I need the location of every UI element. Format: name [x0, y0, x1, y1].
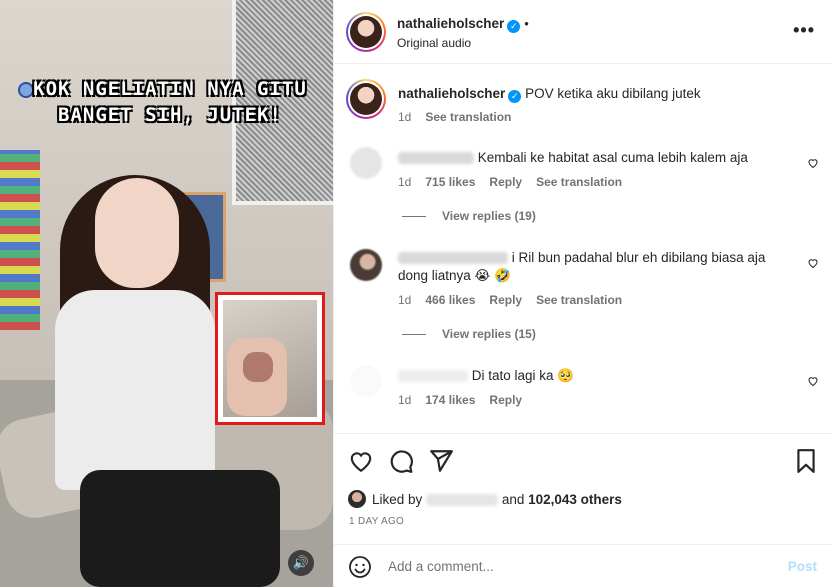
speaker-icon[interactable]: 🔊 [288, 550, 314, 576]
like-heart-icon[interactable] [807, 157, 819, 169]
more-horizontal-icon[interactable]: ••• [793, 20, 815, 41]
reply-button[interactable]: Reply [489, 175, 522, 189]
person-pants [80, 470, 280, 587]
comment-icon[interactable] [388, 448, 414, 474]
share-icon[interactable] [428, 448, 454, 474]
blurred-username [398, 370, 468, 383]
liked-by-row[interactable]: Liked by and 102,043 others [348, 490, 622, 508]
like-heart-icon[interactable] [807, 257, 819, 269]
view-replies-button[interactable]: View replies (15) [402, 327, 536, 341]
likes-count[interactable]: 174 likes [425, 393, 475, 407]
post-side-panel: nathalieholscher ✓ • Original audio ••• na… [333, 0, 832, 587]
comment-time[interactable]: 1d [398, 393, 411, 407]
audio-link[interactable]: Original audio [397, 36, 471, 50]
others-count[interactable]: 102,043 others [528, 492, 622, 507]
post-time[interactable]: 1 DAY AGO [349, 516, 404, 527]
heart-icon[interactable] [348, 448, 374, 474]
view-replies-label: View replies (19) [442, 209, 536, 223]
liked-by-suffix: and [501, 492, 525, 507]
post-media-video[interactable]: KOK NGELIATIN NYA GITU BANGET SIH, JUTEK… [0, 0, 333, 587]
comment-time[interactable]: 1d [398, 175, 411, 189]
toy-shelf [0, 150, 40, 330]
comment-3: Di tato lagi ka 🥺 [398, 367, 574, 385]
comment-1-meta: 1d 715 likes Reply See translation [398, 175, 636, 189]
comment-avatar[interactable] [350, 147, 382, 179]
likes-count[interactable]: 715 likes [425, 175, 475, 189]
blurred-username [398, 152, 474, 165]
replies-line [402, 334, 426, 336]
video-caption-line-2: BANGET SIH, JUTEK! [58, 104, 282, 126]
comment-2-text-line2: dong liatnya 😭 🤣 [398, 268, 511, 283]
username[interactable]: nathalieholscher [397, 16, 504, 31]
likes-count[interactable]: 466 likes [425, 293, 475, 307]
blurred-username [426, 494, 499, 507]
comments-list: nathalieholscher ✓ POV ketika aku dibilan… [334, 65, 832, 433]
comment-1-text: Kembali ke habitat asal cuma lebih kalem… [477, 150, 748, 165]
video-caption-line-1: KOK NGELIATIN NYA GITU [33, 78, 307, 100]
person-shirt [55, 290, 215, 490]
zoomed-arm-image [223, 300, 317, 417]
add-comment-bar: Add a comment... Post [334, 544, 832, 587]
avatar[interactable] [346, 12, 386, 52]
post-caption: nathalieholscher ✓ POV ketika aku dibilan… [398, 85, 701, 103]
reply-button[interactable]: Reply [489, 393, 522, 407]
comment-3-meta: 1d 174 likes Reply [398, 393, 536, 407]
replies-line [402, 216, 426, 218]
see-translation-link[interactable]: See translation [425, 110, 511, 124]
video-caption: KOK NGELIATIN NYA GITU BANGET SIH, JUTEK… [20, 76, 320, 128]
liked-by-prefix: Liked by [372, 492, 423, 507]
post-actions: Liked by and 102,043 others 1 DAY AGO [334, 433, 832, 544]
comment-avatar[interactable] [350, 365, 382, 397]
comment-avatar[interactable] [350, 249, 382, 281]
username-row: nathalieholscher ✓ • [397, 15, 529, 33]
view-replies-button[interactable]: View replies (19) [402, 209, 536, 223]
tattoo-mark [243, 352, 273, 382]
comment-2-text: i Ril bun padahal blur eh dibilang biasa… [511, 250, 766, 265]
person-face [95, 178, 179, 288]
see-translation-link[interactable]: See translation [536, 293, 622, 307]
caption-text: POV ketika aku dibilang jutek [525, 86, 701, 101]
caption-time[interactable]: 1d [398, 110, 411, 124]
blurred-username [398, 252, 508, 265]
caption-avatar[interactable] [346, 79, 386, 119]
view-replies-label: View replies (15) [442, 327, 536, 341]
post-header: nathalieholscher ✓ • Original audio ••• [334, 0, 832, 64]
comment-2-meta: 1d 466 likes Reply See translation [398, 293, 636, 307]
verified-badge-icon: ✓ [507, 20, 521, 33]
highlight-box [215, 292, 325, 425]
caption-username[interactable]: nathalieholscher [398, 86, 505, 101]
comment-3-text: Di tato lagi ka 🥺 [471, 368, 575, 383]
emoji-icon[interactable] [348, 555, 372, 579]
dot-separator: • [524, 16, 529, 31]
post-button[interactable]: Post [788, 559, 817, 574]
liker-avatar [348, 490, 366, 508]
see-translation-link[interactable]: See translation [536, 175, 622, 189]
bookmark-icon[interactable] [793, 448, 819, 474]
comment-1: Kembali ke habitat asal cuma lebih kalem… [398, 149, 748, 167]
caption-meta: 1d See translation [398, 110, 525, 124]
verified-badge-icon: ✓ [508, 90, 522, 103]
comment-time[interactable]: 1d [398, 293, 411, 307]
comment-input[interactable]: Add a comment... [388, 559, 494, 574]
comment-2: i Ril bun padahal blur eh dibilang biasa… [398, 249, 798, 285]
reply-button[interactable]: Reply [489, 293, 522, 307]
like-heart-icon[interactable] [807, 375, 819, 387]
